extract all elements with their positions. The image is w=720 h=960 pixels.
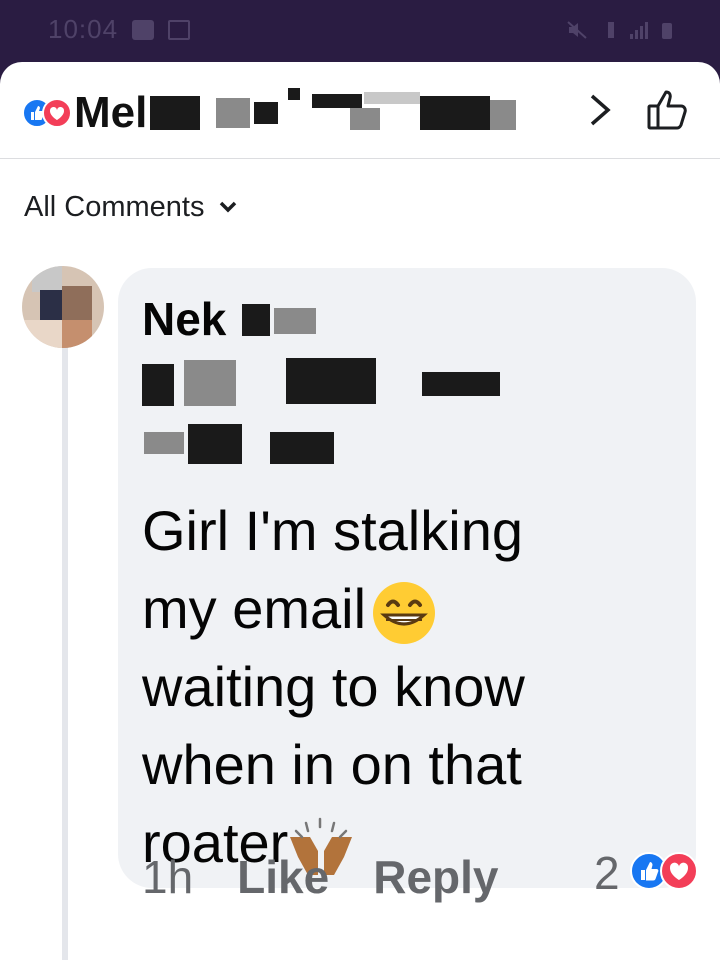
battery-icon xyxy=(662,23,672,39)
comments-sheet: Mel All Comments Nek Girl I'm stalking m… xyxy=(0,62,720,960)
comment-line-1: Girl I'm stalking xyxy=(142,499,523,562)
comment-line-2-wrap: my email xyxy=(142,570,682,648)
comment-line-2: my email xyxy=(142,577,367,640)
like-link[interactable]: Like xyxy=(237,850,329,904)
redacted-line-1-part-c xyxy=(422,372,500,396)
redacted-line-2 xyxy=(144,432,184,454)
image-icon xyxy=(168,20,190,40)
shopping-bag-icon xyxy=(132,20,154,40)
filter-label: All Comments xyxy=(24,190,205,223)
comment-line-4: when in on that xyxy=(142,733,522,796)
redacted-author-surname-part xyxy=(274,308,316,334)
redacted-line-2-part xyxy=(188,424,242,464)
redacted-line-1-part xyxy=(184,360,236,406)
signal-icon xyxy=(630,22,648,39)
comments-filter[interactable]: All Comments xyxy=(24,186,241,228)
thumbs-up-icon[interactable] xyxy=(644,86,692,134)
status-bar: 10:04 xyxy=(0,0,720,64)
mute-icon xyxy=(567,21,587,39)
comment-bubble[interactable]: Nek Girl I'm stalking my email waiting t… xyxy=(118,268,696,888)
love-reaction-badge-icon xyxy=(660,852,698,890)
avatar[interactable] xyxy=(22,266,104,348)
comment-time: 1h xyxy=(142,851,194,903)
reaction-count[interactable]: 2 xyxy=(594,846,620,900)
redacted-line-1-part-b xyxy=(286,358,376,404)
thread-line xyxy=(62,344,68,960)
redacted-author-surname xyxy=(242,304,270,336)
status-time: 10:04 xyxy=(48,14,119,44)
reply-link[interactable]: Reply xyxy=(373,850,498,904)
comment-text: Girl I'm stalking my email waiting to kn… xyxy=(142,492,682,882)
chevron-down-icon xyxy=(219,201,236,213)
comment-line-3: waiting to know xyxy=(142,655,525,718)
grinning-face-emoji xyxy=(373,582,436,645)
love-reaction-icon xyxy=(42,98,72,128)
network-icon xyxy=(608,22,614,38)
chevron-right-icon[interactable] xyxy=(582,90,618,130)
comment-author[interactable]: Nek xyxy=(142,292,226,346)
redacted-name xyxy=(150,88,520,136)
comment-actions: 1h Like Reply xyxy=(142,842,498,912)
post-header: Mel xyxy=(0,62,720,159)
redacted-line-2-part-b xyxy=(270,432,334,464)
redacted-line-1 xyxy=(142,364,174,406)
post-author-title[interactable]: Mel xyxy=(74,88,147,138)
